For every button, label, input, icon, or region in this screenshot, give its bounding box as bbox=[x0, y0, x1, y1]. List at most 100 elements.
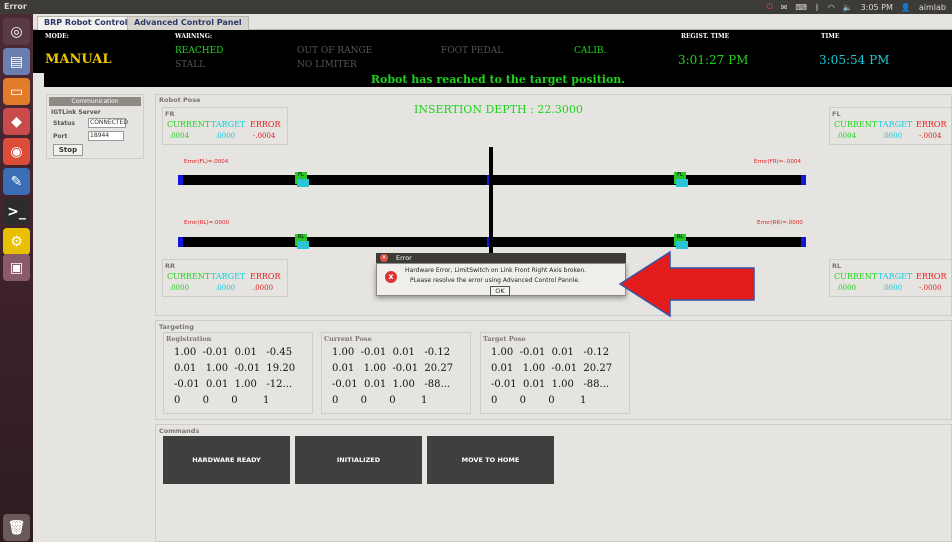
app-icon[interactable]: ◆ bbox=[3, 108, 30, 135]
error-message-line-1: Hardware Error, LimitSwitch on Link Fron… bbox=[405, 267, 587, 274]
fl-current-header: CURRENT bbox=[834, 120, 878, 129]
matrix-row: -0.01 0.01 1.00 -88... bbox=[491, 379, 610, 390]
fr-current-header: CURRENT bbox=[167, 120, 211, 129]
insertion-needle bbox=[489, 147, 493, 263]
rl-current: .0000 bbox=[836, 284, 857, 292]
rear-left-target-marker bbox=[297, 241, 309, 249]
fr-target: .0000 bbox=[215, 132, 236, 140]
power-icon[interactable]: ⏻ bbox=[766, 2, 772, 12]
rr-target-header: TARGET bbox=[211, 272, 246, 281]
insertion-depth: INSERTION DEPTH : 22.3000 bbox=[414, 103, 583, 116]
status-panel: MODE: MANUAL WARNING: REACHED STALL OUT … bbox=[33, 30, 952, 73]
front-left-target-marker bbox=[297, 179, 309, 187]
regist-time-value: 3:01:27 PM bbox=[678, 53, 749, 67]
matrix-row: 0 0 0 1 bbox=[174, 395, 270, 406]
tab-advanced-control-panel[interactable]: Advanced Control Panel bbox=[127, 16, 249, 30]
system-tray: ⏻ ✉ ⌨ ᛒ ◠ 🔈 3:05 PM 👤 aimlab bbox=[766, 2, 946, 12]
time-value: 3:05:54 PM bbox=[819, 53, 890, 67]
foot-pedal-indicator: FOOT PEDAL bbox=[441, 46, 504, 56]
igtlink-title: IGTLink Server bbox=[51, 109, 101, 116]
red-arrow-annotation bbox=[618, 250, 755, 318]
rl-group: RL CURRENT TARGET ERROR .0000 .0000 -.00… bbox=[829, 259, 952, 297]
system-top-bar: Error ⏻ ✉ ⌨ ᛒ ◠ 🔈 3:05 PM 👤 aimlab bbox=[0, 0, 952, 14]
port-field[interactable]: 18944 bbox=[88, 131, 124, 141]
current-pose-title: Current Pose bbox=[324, 335, 372, 343]
mail-icon[interactable]: ✉ bbox=[781, 3, 788, 12]
error-dialog: x Hardware Error, LimitSwitch on Link Fr… bbox=[376, 263, 626, 296]
status-message: Robot has reached to the target position… bbox=[44, 73, 952, 87]
rl-target: .0000 bbox=[882, 284, 903, 292]
matrix-row: 0 0 0 1 bbox=[332, 395, 428, 406]
error-rr-label: Error(RR)=.0000 bbox=[757, 220, 803, 226]
reached-indicator: REACHED bbox=[175, 46, 224, 56]
fl-group: FL CURRENT TARGET ERROR .0004 .0000 -.00… bbox=[829, 107, 952, 145]
volume-icon[interactable]: 🔈 bbox=[843, 3, 853, 12]
rr-error: .0000 bbox=[253, 284, 274, 292]
error-dialog-titlebar: × Error bbox=[376, 253, 626, 263]
stop-button[interactable]: Stop bbox=[53, 144, 83, 156]
rl-target-header: TARGET bbox=[878, 272, 913, 281]
fl-error-header: ERROR bbox=[916, 120, 947, 129]
wifi-icon[interactable]: ◠ bbox=[828, 3, 835, 12]
registration-matrix: Registration 1.00 -0.01 0.01 -0.45 0.01 … bbox=[163, 332, 313, 414]
communication-header: Communication bbox=[49, 97, 141, 106]
time-label: TIME bbox=[821, 33, 840, 40]
keyboard-icon[interactable]: ⌨ bbox=[795, 3, 807, 12]
hardware-ready-button[interactable]: HARDWARE READY bbox=[163, 436, 290, 484]
move-to-home-button[interactable]: MOVE TO HOME bbox=[427, 436, 554, 484]
user-icon[interactable]: 👤 bbox=[901, 3, 911, 12]
fl-current: .0004 bbox=[836, 132, 857, 140]
rr-label: RR bbox=[165, 262, 176, 270]
matrix-row: 0 0 0 1 bbox=[491, 395, 587, 406]
chrome-icon[interactable]: ◉ bbox=[3, 138, 30, 165]
rr-error-header: ERROR bbox=[250, 272, 281, 281]
error-fl-label: Error(FL)=.0004 bbox=[184, 159, 229, 165]
initialized-button[interactable]: INITIALIZED bbox=[295, 436, 422, 484]
out-of-range-indicator: OUT OF RANGE bbox=[297, 46, 373, 56]
clock[interactable]: 3:05 PM bbox=[861, 3, 893, 12]
folder-icon[interactable]: ▭ bbox=[3, 78, 30, 105]
front-axis-left-end bbox=[178, 175, 183, 185]
calib-indicator: CALIB. bbox=[574, 46, 607, 56]
registration-title: Registration bbox=[166, 335, 212, 343]
trash-icon[interactable]: 🗑 bbox=[3, 514, 30, 541]
window-icon[interactable]: ▣ bbox=[3, 254, 30, 281]
matrix-row: 0.01 1.00 -0.01 20.27 bbox=[491, 363, 613, 374]
editor-icon[interactable]: ✎ bbox=[3, 168, 30, 195]
current-pose-matrix: Current Pose 1.00 -0.01 0.01 -0.12 0.01 … bbox=[321, 332, 471, 414]
bluetooth-icon[interactable]: ᛒ bbox=[815, 3, 820, 12]
matrix-row: -0.01 0.01 1.00 -12... bbox=[174, 379, 293, 390]
error-dialog-title: Error bbox=[396, 254, 412, 262]
target-pose-matrix: Target Pose 1.00 -0.01 0.01 -0.12 0.01 1… bbox=[480, 332, 630, 414]
fl-error: -.0004 bbox=[919, 132, 942, 140]
tab-bar: BRP Robot Controller Advanced Control Pa… bbox=[33, 14, 952, 30]
fr-error: -.0004 bbox=[253, 132, 276, 140]
mode-value: MANUAL bbox=[45, 52, 112, 67]
matrix-row: -0.01 0.01 1.00 -88... bbox=[332, 379, 451, 390]
matrix-row: 0.01 1.00 -0.01 20.27 bbox=[332, 363, 454, 374]
error-rl-label: Error(RL)=.0000 bbox=[184, 220, 229, 226]
matrix-row: 1.00 -0.01 0.01 -0.45 bbox=[174, 347, 293, 358]
close-icon[interactable]: × bbox=[380, 254, 388, 262]
robot-pose-title: Robot Pose bbox=[159, 96, 201, 104]
rr-current-header: CURRENT bbox=[167, 272, 211, 281]
launcher: ◎ ▤ ▭ ◆ ◉ ✎ >_ ⚙ ▣ 🗑 bbox=[0, 14, 33, 542]
fl-target-header: TARGET bbox=[878, 120, 913, 129]
rl-error: -.0000 bbox=[919, 284, 942, 292]
status-field: CONNECTED bbox=[88, 118, 128, 128]
files-icon[interactable]: ▤ bbox=[3, 48, 30, 75]
fr-label: FR bbox=[165, 110, 175, 118]
dash-icon[interactable]: ◎ bbox=[3, 18, 30, 45]
stall-indicator: STALL bbox=[175, 60, 206, 70]
settings-icon[interactable]: ⚙ bbox=[3, 228, 30, 255]
terminal-icon[interactable]: >_ bbox=[3, 198, 30, 225]
ok-button[interactable]: OK bbox=[490, 286, 510, 296]
rl-error-header: ERROR bbox=[916, 272, 947, 281]
front-right-target-marker bbox=[676, 179, 688, 187]
fl-target: .0000 bbox=[882, 132, 903, 140]
mode-label: MODE: bbox=[45, 33, 69, 40]
fr-target-header: TARGET bbox=[211, 120, 246, 129]
rear-axis-right-end bbox=[801, 237, 806, 247]
user-name[interactable]: aimlab bbox=[919, 3, 946, 12]
window-title: Error bbox=[4, 2, 27, 11]
